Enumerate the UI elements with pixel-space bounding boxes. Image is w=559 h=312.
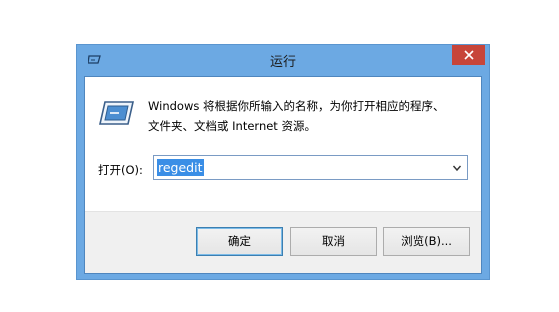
browse-button[interactable]: 浏览(B)... bbox=[383, 227, 470, 256]
open-combobox[interactable]: regedit bbox=[153, 155, 468, 180]
title-bar[interactable]: 运行 bbox=[77, 45, 489, 76]
open-label: 打开(O): bbox=[98, 163, 143, 177]
open-input-value[interactable]: regedit bbox=[157, 159, 204, 176]
run-dialog: 运行 Windows 将根据你所输入的名称，为你打开相应的程序、 文件夹、文档或… bbox=[76, 44, 490, 280]
window-title: 运行 bbox=[269, 55, 296, 70]
cancel-button[interactable]: 取消 bbox=[290, 227, 377, 256]
close-button[interactable] bbox=[452, 45, 485, 65]
description-line-1: Windows 将根据你所输入的名称，为你打开相应的程序、 bbox=[148, 99, 445, 113]
ok-button[interactable]: 确定 bbox=[196, 227, 283, 256]
run-dialog-icon bbox=[99, 101, 135, 125]
dialog-content: Windows 将根据你所输入的名称，为你打开相应的程序、 文件夹、文档或 In… bbox=[85, 77, 481, 211]
dialog-description: Windows 将根据你所输入的名称，为你打开相应的程序、 文件夹、文档或 In… bbox=[148, 96, 468, 136]
dialog-client-area: Windows 将根据你所输入的名称，为你打开相应的程序、 文件夹、文档或 In… bbox=[84, 76, 482, 274]
description-line-2: 文件夹、文档或 Internet 资源。 bbox=[148, 119, 316, 133]
close-icon bbox=[463, 50, 474, 60]
chevron-down-icon[interactable] bbox=[452, 163, 462, 173]
